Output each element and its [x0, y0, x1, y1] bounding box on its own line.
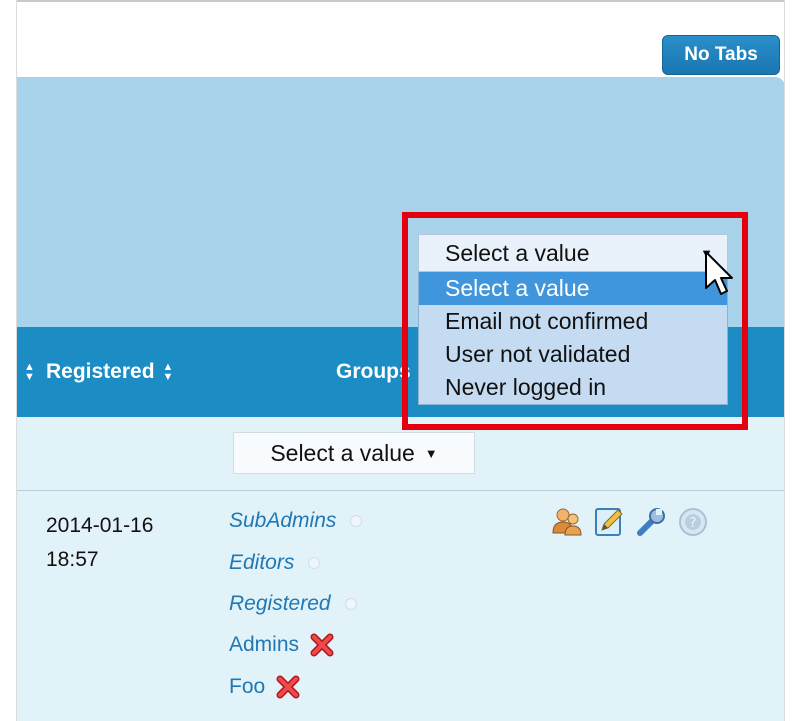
- column-registered[interactable]: Registered ▲ ▼: [46, 327, 173, 417]
- group-item: Editors: [229, 551, 321, 575]
- option-never-logged-in[interactable]: Never logged in: [419, 371, 727, 404]
- column-groups[interactable]: Groups: [336, 327, 411, 417]
- window-left-border: [0, 0, 17, 721]
- inherited-dot-icon: [350, 515, 363, 527]
- registered-time: 18:57: [46, 548, 99, 571]
- mouse-pointer-icon: [705, 251, 733, 295]
- wrench-icon[interactable]: [634, 505, 668, 539]
- inherited-dot-icon: [344, 598, 357, 610]
- sort-icon: ▲ ▼: [24, 361, 35, 383]
- previous-column-sort[interactable]: ▲ ▼: [16, 327, 35, 417]
- option-user-not-validated[interactable]: User not validated: [419, 338, 727, 371]
- registered-cell: 2014-01-16 18:57: [46, 509, 153, 577]
- group-link-subadmins[interactable]: SubAdmins: [229, 509, 336, 533]
- group-item: Foo: [229, 674, 301, 700]
- column-registered-label: Registered: [46, 360, 155, 383]
- users-icon[interactable]: [550, 505, 584, 539]
- status-filter-options: Select a value Email not confirmed User …: [418, 272, 728, 405]
- no-tabs-button[interactable]: No Tabs: [662, 35, 780, 75]
- remove-group-icon[interactable]: [309, 632, 335, 658]
- svg-text:?: ?: [690, 516, 697, 531]
- row-actions: ?: [550, 505, 710, 539]
- option-select-a-value[interactable]: Select a value: [419, 272, 727, 305]
- group-link-foo[interactable]: Foo: [229, 675, 265, 699]
- group-item: Registered: [229, 592, 357, 616]
- remove-group-icon[interactable]: [275, 674, 301, 700]
- table-row: 2014-01-16 18:57 SubAdmins Editors Regis…: [16, 491, 785, 721]
- status-filter-current[interactable]: Select a value ▼: [418, 234, 728, 272]
- group-item: Admins: [229, 632, 335, 658]
- column-groups-label: Groups: [336, 360, 411, 383]
- window-right-border: [784, 0, 799, 721]
- registered-date: 2014-01-16: [46, 514, 154, 537]
- status-filter-current-label: Select a value: [445, 239, 590, 266]
- help-icon[interactable]: ?: [676, 505, 710, 539]
- group-item: SubAdmins: [229, 509, 363, 533]
- chevron-down-icon: ▼: [424, 445, 438, 461]
- group-link-editors[interactable]: Editors: [229, 551, 294, 575]
- inherited-dot-icon: [308, 557, 321, 569]
- group-link-registered[interactable]: Registered: [229, 592, 331, 616]
- groups-filter-value: Select a value: [270, 439, 415, 466]
- groups-filter-select[interactable]: Select a value ▼: [233, 432, 475, 474]
- sort-icon: ▲ ▼: [162, 361, 174, 383]
- edit-icon[interactable]: [592, 505, 626, 539]
- option-email-not-confirmed[interactable]: Email not confirmed: [419, 305, 727, 338]
- window-top-border: [0, 0, 799, 2]
- group-link-admins[interactable]: Admins: [229, 633, 299, 657]
- status-filter-dropdown[interactable]: Select a value ▼ Select a value Email no…: [418, 234, 728, 405]
